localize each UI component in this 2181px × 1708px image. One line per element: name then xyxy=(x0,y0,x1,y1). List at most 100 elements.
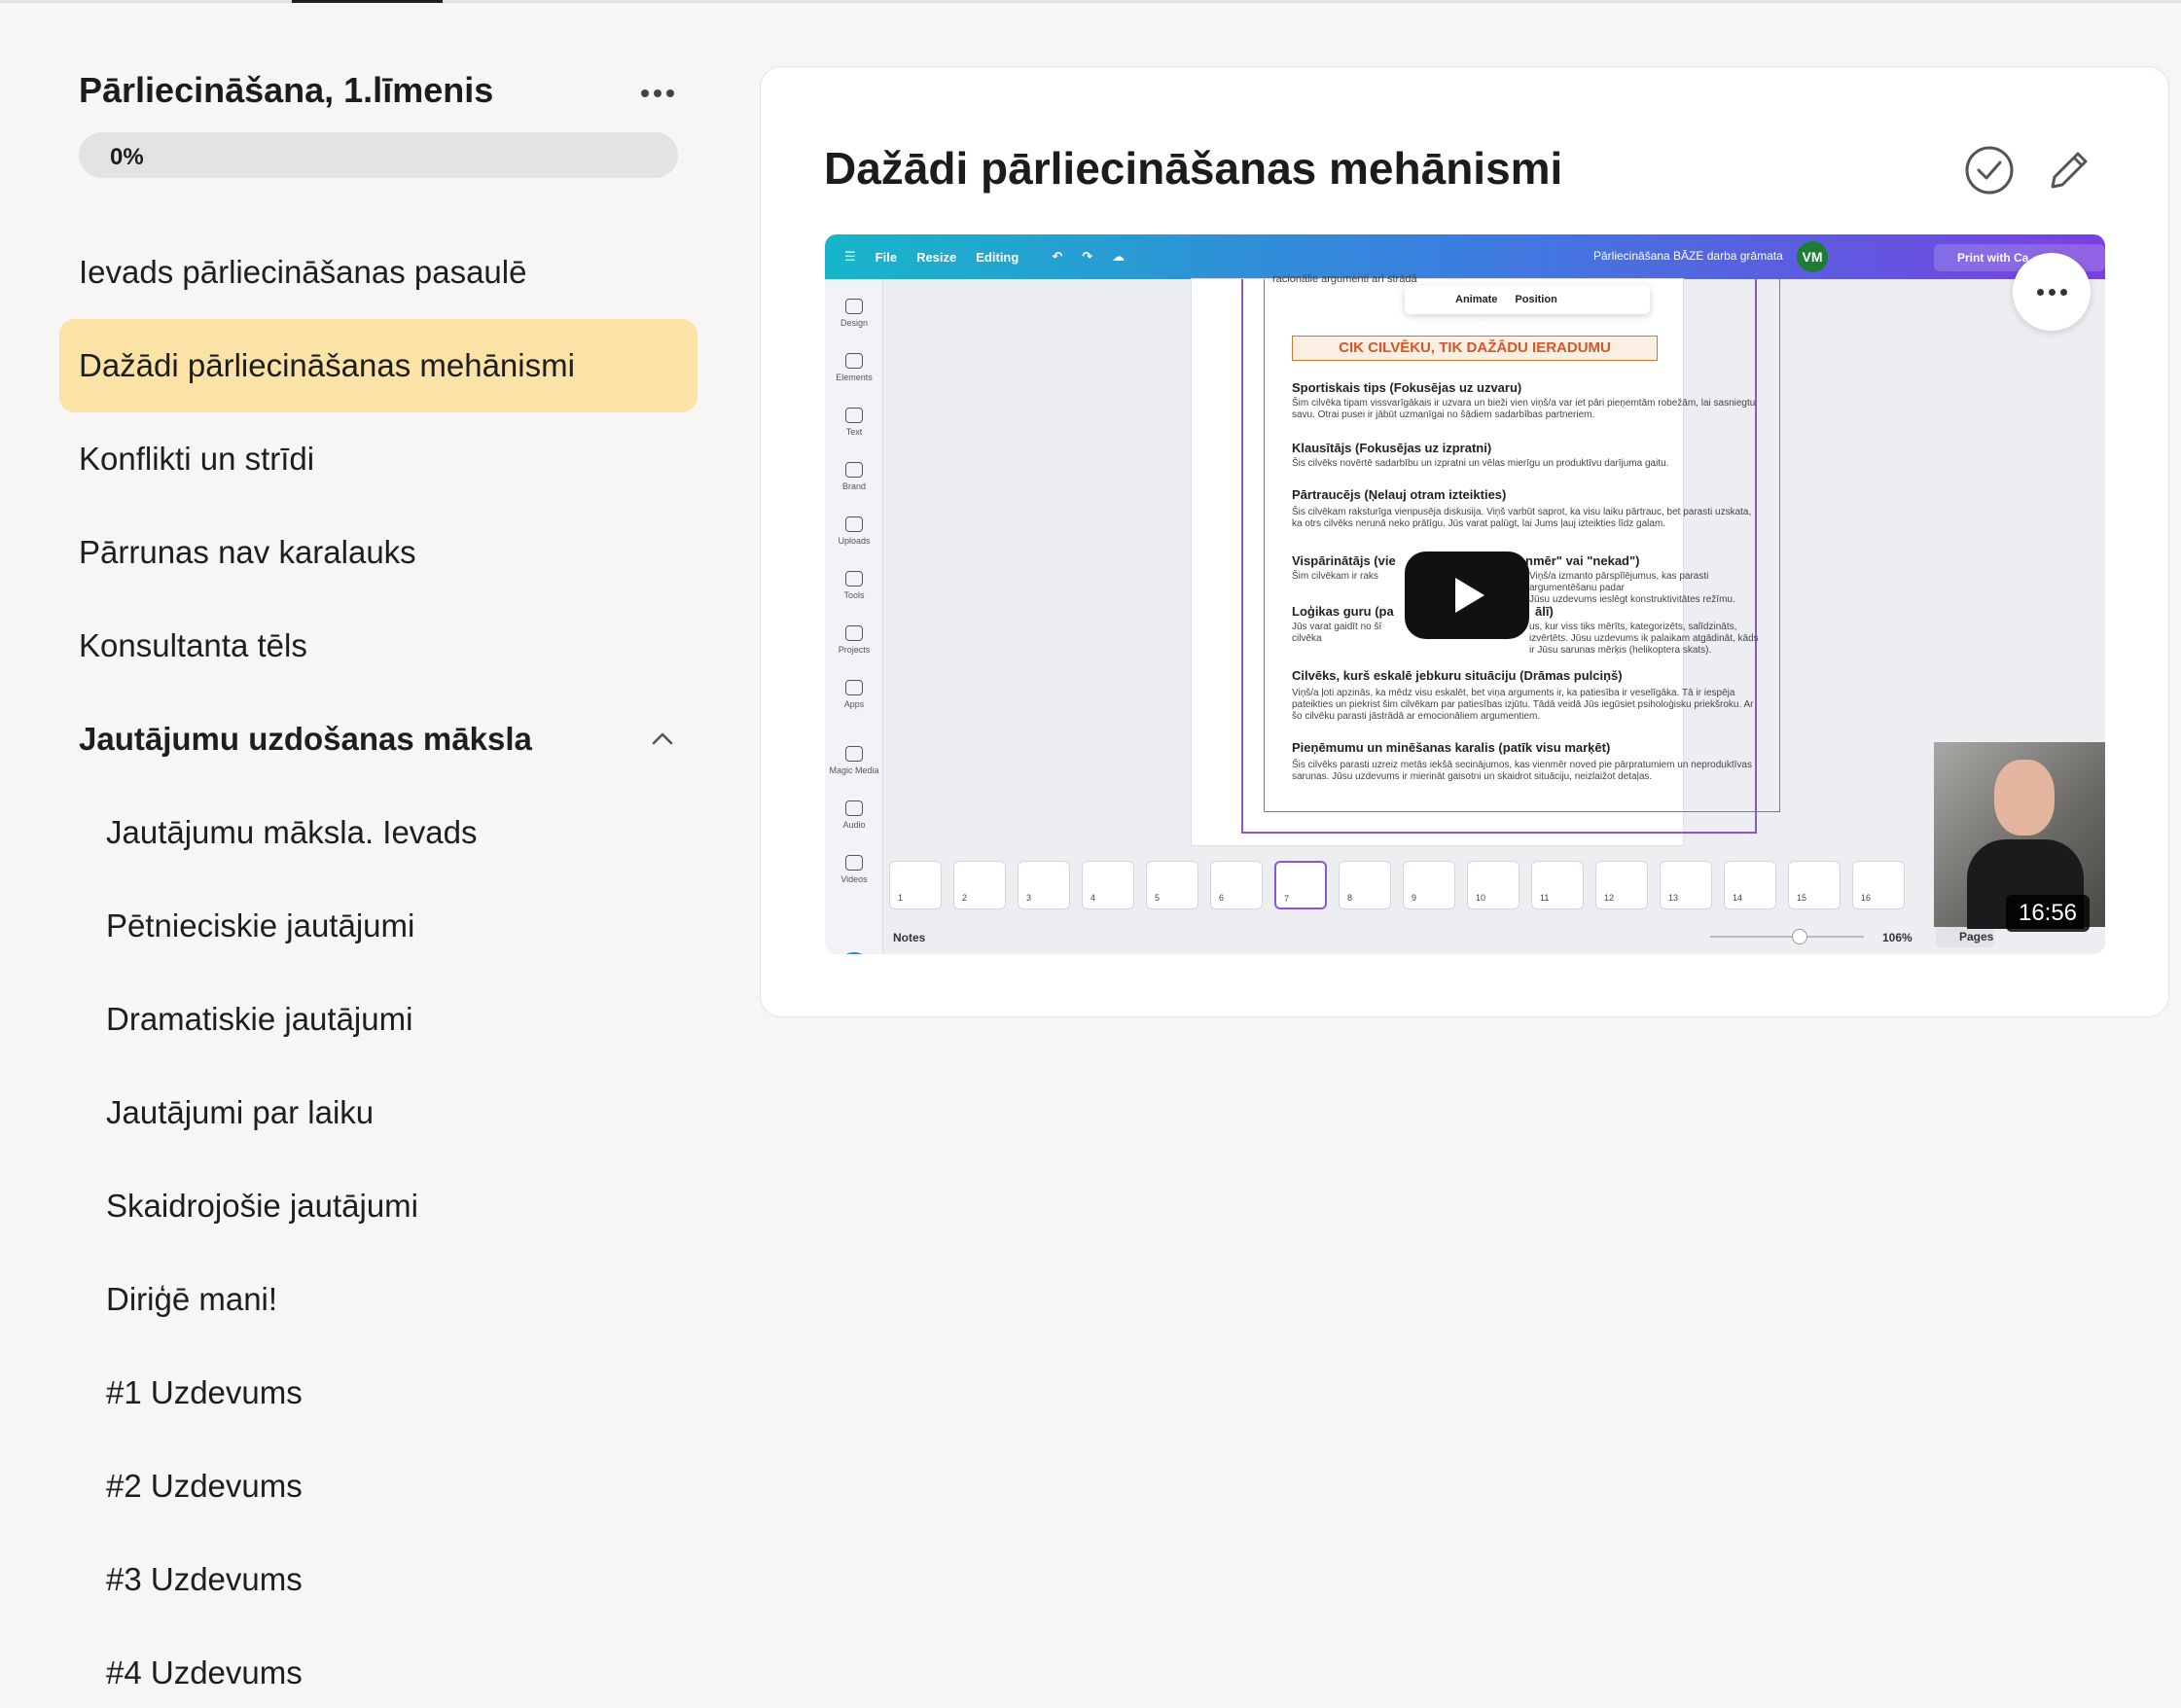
doc-section-title: Pārtraucējs (Ņelauj otram izteikties) xyxy=(1292,487,1507,502)
course-progress-bar: 0% xyxy=(79,132,678,178)
video-more-button[interactable] xyxy=(2013,253,2091,331)
sidebar-section-label: Jautājumu uzdošanas māksla xyxy=(79,721,532,757)
check-circle-icon[interactable] xyxy=(1963,144,2016,196)
rail-label: Brand xyxy=(841,481,867,491)
lesson-title: Dažādi pārliecināšanas mehānismi xyxy=(824,143,1563,194)
sidebar-item-konsultants[interactable]: Konsultanta tēls xyxy=(59,599,697,693)
editor-editing: Editing xyxy=(976,249,1019,265)
rail-label: Text xyxy=(845,427,863,437)
page-thumb: 3 xyxy=(1018,861,1070,909)
sidebar-subitem[interactable]: Jautājumi par laiku xyxy=(59,1066,697,1159)
video-icon xyxy=(845,855,863,871)
rail-design: Design xyxy=(825,299,883,328)
page-thumb: 12 xyxy=(1595,861,1648,909)
more-dot xyxy=(654,89,661,97)
sidebar-item-label: Dažādi pārliecināšanas mehānismi xyxy=(79,347,575,383)
sidebar-subitem-label: Jautājumi par laiku xyxy=(106,1094,375,1130)
rail-label: Projects xyxy=(838,645,871,655)
rail-projects: Projects xyxy=(825,625,883,655)
rail-audio: Audio xyxy=(825,801,883,830)
sidebar-subitem-label: #1 Uzdevums xyxy=(106,1374,303,1410)
sidebar-item-parrunas[interactable]: Pārrunas nav karalauks xyxy=(59,506,697,599)
undo-icon: ↶ xyxy=(1052,249,1063,264)
rail-videos: Videos xyxy=(825,855,883,884)
sidebar-subitem[interactable]: #1 Uzdevums xyxy=(59,1346,697,1440)
page-thumb: 15 xyxy=(1788,861,1841,909)
sidebar-subitem[interactable]: #4 Uzdevums xyxy=(59,1626,697,1708)
sidebar-subitem[interactable]: #3 Uzdevums xyxy=(59,1533,697,1626)
doc-section-text: Šis cilvēkam raksturīga vienpusēja disku… xyxy=(1292,507,1752,529)
rail-label: Uploads xyxy=(838,536,871,546)
video-embed[interactable]: ☰ File Resize Editing ↶ ↷ ☁ Pārliecināša… xyxy=(825,234,2105,954)
page-thumb: 4 xyxy=(1082,861,1134,909)
more-dot xyxy=(2048,288,2056,296)
avatar: VM xyxy=(1797,241,1828,272)
rail-label: Audio xyxy=(842,820,866,830)
sidebar-item-konflikti[interactable]: Konflikti un strīdi xyxy=(59,412,697,506)
zoom-slider-knob xyxy=(1792,929,1807,944)
sidebar-item-label: Ievads pārliecināšanas pasaulē xyxy=(79,254,527,290)
sidebar-item-label: Konsultanta tēls xyxy=(79,627,307,663)
sidebar-subitem-label: Jautājumu māksla. Ievads xyxy=(106,814,478,850)
play-button[interactable] xyxy=(1405,552,1529,639)
more-dot xyxy=(641,89,649,97)
sidebar-item-mehanismi[interactable]: Dažādi pārliecināšanas mehānismi xyxy=(59,319,697,412)
doc-section-text-end: Viņš/a izmanto pārspīlējumus, kas parast… xyxy=(1529,571,1709,593)
more-dot xyxy=(2036,288,2044,296)
page-thumb: 6 xyxy=(1210,861,1263,909)
pencil-icon[interactable] xyxy=(2043,144,2095,196)
doc-section-text-end: Jūsu uzdevums ieslēgt konstruktivitātes … xyxy=(1529,594,1735,605)
sidebar-item-label: Pārrunas nav karalauks xyxy=(79,534,416,570)
video-duration: 16:56 xyxy=(2006,895,2090,932)
doc-section-title: Klausītājs (Fokusējas uz izpratni) xyxy=(1292,441,1492,455)
sidebar-item-ievads[interactable]: Ievads pārliecināšanas pasaulē xyxy=(59,226,697,319)
position-label: Position xyxy=(1515,294,1557,305)
top-tab-active-indicator xyxy=(292,0,443,3)
page-thumb: 8 xyxy=(1339,861,1391,909)
editor-toolbar: ☰ File Resize Editing ↶ ↷ ☁ Pārliecināša… xyxy=(825,234,2105,279)
sidebar-subitem[interactable]: Diriģē mani! xyxy=(59,1253,697,1346)
apps-icon xyxy=(845,680,863,695)
chevron-up-icon[interactable] xyxy=(649,726,676,753)
sidebar-section-jautajumi[interactable]: Jautājumu uzdošanas māksla xyxy=(59,693,697,786)
page-thumb: 9 xyxy=(1403,861,1455,909)
doc-section-text: Šis cilvēks parasti uzreiz metās iekšā s… xyxy=(1292,760,1752,782)
rail-elements: Elements xyxy=(825,353,883,382)
page-thumbnails: 1 2 3 4 5 6 7 8 9 10 11 12 13 14 15 16 xyxy=(889,861,1959,913)
tools-icon xyxy=(845,571,863,587)
doc-section-title: Sportiskais tips (Fokusējas uz uzvaru) xyxy=(1292,380,1522,395)
page-thumb: 11 xyxy=(1531,861,1584,909)
magic-sparkle-icon: ✦ xyxy=(837,952,872,954)
doc-section-title: Vispārinātājs (vie xyxy=(1292,553,1396,568)
course-more-button[interactable] xyxy=(634,78,681,109)
sidebar-subitem-label: Pētnieciskie jautājumi xyxy=(106,907,415,943)
page-thumb: 13 xyxy=(1660,861,1712,909)
doc-section-text: Viņš/a ļoti apzinās, ka mēdz visu eskalē… xyxy=(1292,688,1754,722)
sidebar-subitem[interactable]: Skaidrojošie jautājumi xyxy=(59,1159,697,1253)
sidebar-subitem[interactable]: #2 Uzdevums xyxy=(59,1440,697,1533)
rail-label: Videos xyxy=(840,874,868,884)
sidebar-subitem[interactable]: Jautājumu māksla. Ievads xyxy=(59,786,697,879)
sidebar-subitem-label: Skaidrojošie jautājumi xyxy=(106,1188,418,1224)
rail-brand: Brand xyxy=(825,462,883,491)
doc-section-text-end: us, kur viss tiks mērīts, kategorizēts, … xyxy=(1529,622,1759,656)
page-thumb: 10 xyxy=(1467,861,1520,909)
animate-label: Animate xyxy=(1455,294,1498,305)
page-thumb: 16 xyxy=(1852,861,1905,909)
doc-cut-text: racionālie argumenti arī strādā xyxy=(1272,273,1417,285)
more-dot xyxy=(666,89,674,97)
doc-section-text: Šis cilvēks novērtē sadarbību un izpratn… xyxy=(1292,458,1669,469)
menu-icon: ☰ xyxy=(844,249,856,264)
sidebar-subitem[interactable]: Dramatiskie jautājumi xyxy=(59,973,697,1066)
presenter-face xyxy=(1994,760,2055,836)
sidebar-item-label: Konflikti un strīdi xyxy=(79,441,315,477)
doc-section-text: Jūs varat gaidīt no šī cilvēka xyxy=(1292,622,1382,644)
zoom-slider xyxy=(1710,936,1864,938)
top-tab-underline xyxy=(0,0,2181,3)
editor-doc-name: Pārliecināšana BĀZE darba grāmata xyxy=(1593,249,1783,263)
sidebar-subitem[interactable]: Pētnieciskie jautājumi xyxy=(59,879,697,973)
rail-label: Tools xyxy=(843,590,865,600)
rail-label: Magic Media xyxy=(829,765,879,775)
redo-icon: ↷ xyxy=(1082,249,1093,264)
brand-icon xyxy=(845,462,863,478)
